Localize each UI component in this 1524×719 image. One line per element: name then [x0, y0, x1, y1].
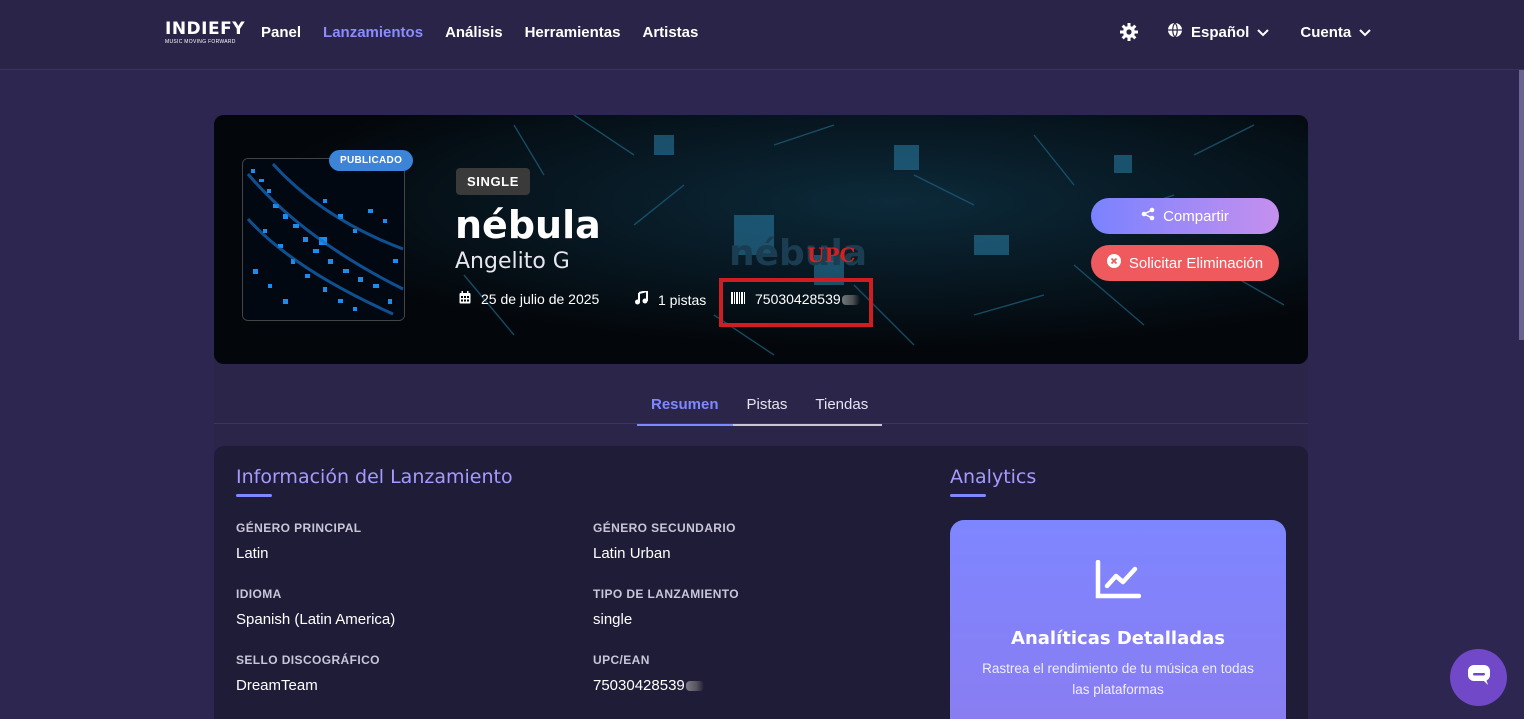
analytics-card[interactable]: Analíticas Detalladas Rastrea el rendimi… [950, 520, 1286, 719]
nav-herramientas[interactable]: Herramientas [525, 24, 621, 41]
release-title: nébula [455, 203, 601, 247]
page-scrollbar[interactable] [1519, 70, 1524, 340]
top-navbar: INDIEFY MUSIC MOVING FORWARD Panel Lanza… [0, 0, 1524, 70]
release-date: 25 de julio de 2025 [459, 291, 599, 307]
record-label-value: DreamTeam [236, 677, 318, 694]
nav-right-controls: Español Cuenta [1119, 22, 1371, 42]
published-status-badge: PUBLICADO [329, 150, 414, 171]
logo-tagline: MUSIC MOVING FORWARD [165, 39, 236, 45]
tab-tiendas[interactable]: Tiendas [801, 386, 883, 426]
account-label: Cuenta [1300, 23, 1352, 41]
upc-ean-digits: 75030428539 [593, 677, 685, 694]
calendar-icon [459, 291, 471, 307]
secondary-genre-label: GÉNERO SECUNDARIO [593, 521, 736, 535]
indiefy-logo[interactable]: INDIEFY MUSIC MOVING FORWARD [165, 20, 245, 45]
chart-line-icon [1095, 559, 1142, 605]
globe-icon [1167, 22, 1183, 42]
album-cover-art[interactable] [242, 158, 405, 321]
chevron-down-icon [1359, 24, 1371, 41]
close-circle-icon [1106, 254, 1121, 272]
analytics-title: Analytics [950, 466, 1037, 488]
nav-artistas[interactable]: Artistas [642, 24, 698, 41]
release-info-title: Información del Lanzamiento [236, 466, 513, 488]
logo-text: INDIEFY [165, 19, 246, 39]
section-title-underline [236, 494, 272, 497]
analytics-card-title: Analíticas Detalladas [1011, 628, 1225, 649]
release-type-value: single [593, 611, 633, 628]
share-label: Compartir [1163, 207, 1229, 225]
upc-highlight-box [719, 278, 873, 327]
release-date-text: 25 de julio de 2025 [481, 291, 600, 307]
record-label-label: SELLO DISCOGRÁFICO [236, 653, 380, 667]
release-tabs: Resumen Pistas Tiendas [637, 386, 883, 426]
upc-ean-label: UPC/EAN [593, 653, 650, 667]
settings-gear-icon[interactable] [1119, 22, 1139, 42]
upc-ean-value: 75030428539 [593, 677, 704, 694]
chat-support-button[interactable] [1450, 649, 1507, 706]
account-menu[interactable]: Cuenta [1300, 24, 1371, 41]
tab-resumen[interactable]: Resumen [637, 386, 733, 426]
release-type-label: TIPO DE LANZAMIENTO [593, 587, 740, 601]
tab-pistas[interactable]: Pistas [732, 386, 802, 426]
nav-lanzamientos[interactable]: Lanzamientos [323, 24, 423, 41]
main-nav: Panel Lanzamientos Análisis Herramientas… [261, 24, 698, 41]
language-selector[interactable]: Español [1167, 22, 1270, 42]
release-artist[interactable]: Angelito G [455, 249, 570, 274]
redacted-digits [685, 681, 704, 692]
language-label: Español [1191, 23, 1250, 41]
analytics-card-description: Rastrea el rendimiento de tu música en t… [982, 661, 1254, 697]
request-removal-label: Solicitar Eliminación [1128, 254, 1264, 272]
release-type-badge: SINGLE [456, 168, 530, 195]
nav-analisis[interactable]: Análisis [445, 24, 503, 41]
primary-genre-label: GÉNERO PRINCIPAL [236, 521, 362, 535]
chat-bubble-icon [1467, 664, 1491, 691]
chevron-down-icon [1257, 24, 1270, 41]
primary-genre-value: Latin [236, 545, 269, 562]
nav-panel[interactable]: Panel [261, 24, 301, 41]
share-button[interactable]: Compartir [1091, 198, 1279, 234]
track-count-text: 1 pistas [658, 291, 707, 308]
language-label: IDIOMA [236, 587, 282, 601]
language-value: Spanish (Latin America) [236, 611, 396, 628]
analytics-title-underline [950, 494, 986, 497]
request-removal-button[interactable]: Solicitar Eliminación [1091, 245, 1279, 281]
upc-annotation-label: UPC [807, 243, 856, 267]
music-note-icon [634, 289, 648, 308]
release-track-count: 1 pistas [634, 289, 707, 308]
share-icon [1141, 207, 1155, 225]
secondary-genre-value: Latin Urban [593, 545, 671, 562]
